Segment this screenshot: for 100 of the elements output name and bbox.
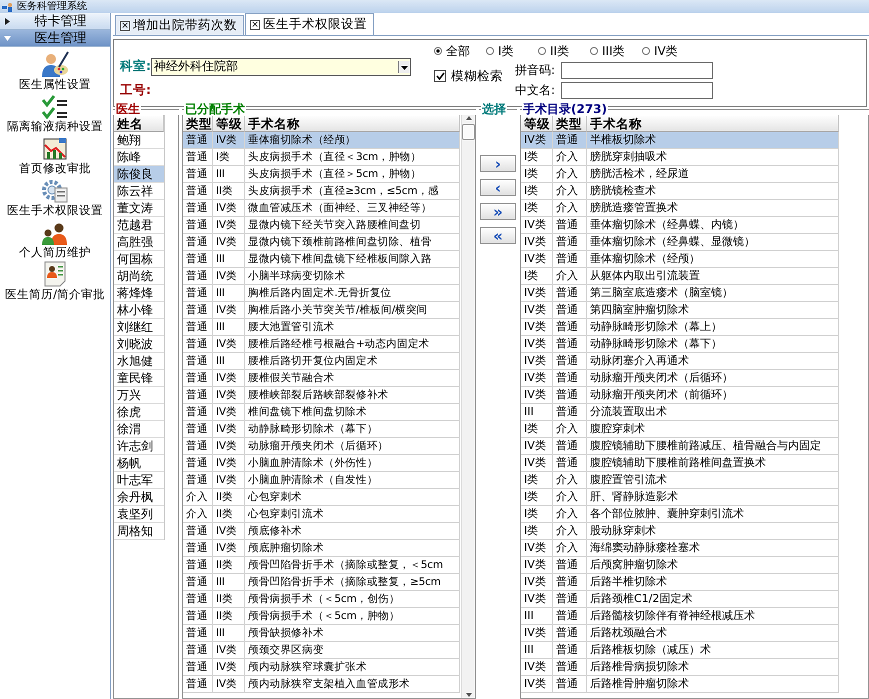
chart-icon[interactable] <box>42 137 68 161</box>
table-row[interactable]: 普通 IV类 椎间盘镜下椎间盘切除术 <box>183 404 460 421</box>
scroll-down-icon[interactable] <box>464 692 472 698</box>
doctor-list-item[interactable]: 何国栋 <box>114 251 164 268</box>
grade-radio[interactable]: II类 <box>538 42 578 60</box>
tab[interactable]: × 医生手术权限设置 <box>245 13 374 35</box>
doctor-list-item[interactable]: 陈俊良 <box>114 166 164 183</box>
table-row[interactable]: IV类 普通 半椎板切除术 <box>521 132 839 149</box>
table-row[interactable]: IV类 普通 腹腔镜辅助下腰椎前路椎间盘置换术 <box>521 455 839 472</box>
doctor-list-item[interactable]: 周格知 <box>114 523 164 540</box>
table-row[interactable]: I类 介入 肝、肾静脉造影术 <box>521 489 839 506</box>
nav-item-label[interactable]: 医生属性设置 <box>19 77 91 92</box>
table-row[interactable]: III 普通 后路髓核切除伴有脊神经根减压术 <box>521 608 839 625</box>
pinyin-input[interactable] <box>561 62 713 79</box>
grade-radio[interactable]: 全部 <box>434 42 474 60</box>
department-dropdown[interactable]: 神经外科住院部 <box>151 58 411 76</box>
table-row[interactable]: 普通 IV类 腰椎后路经椎弓根融合+动态内固定术 <box>183 336 460 353</box>
doctor-list-item[interactable]: 杨帆 <box>114 455 164 472</box>
doctor-list-item[interactable]: 叶志军 <box>114 472 164 489</box>
table-row[interactable]: 普通 IV类 小脑血肿清除术（自发性） <box>183 472 460 489</box>
table-row[interactable]: 普通 IV类 小脑半球病变切除术 <box>183 268 460 285</box>
nav-item-label[interactable]: 医生手术权限设置 <box>7 203 103 218</box>
doctor-list-item[interactable]: 刘继红 <box>114 319 164 336</box>
table-row[interactable]: 普通 II类 颅骨病损手术（＜5cm，肿物） <box>183 608 460 625</box>
scroll-up-icon[interactable] <box>464 115 472 121</box>
nav-item-label[interactable]: 医生简历/简介审批 <box>5 287 105 302</box>
table-row[interactable]: 普通 II类 颅骨凹陷骨折手术（摘除或整复，＜5cm <box>183 557 460 574</box>
table-row[interactable]: 普通 IV类 显微内镜下经关节突入路腰椎间盘切 <box>183 217 460 234</box>
table-row[interactable]: 普通 III 颅骨凹陷骨折手术（摘除或整复，≥5cm <box>183 574 460 591</box>
table-row[interactable]: I类 介入 膀胱活检术，经尿道 <box>521 166 839 183</box>
doctor-list-item[interactable]: 徐渭 <box>114 421 164 438</box>
table-row[interactable]: 普通 IV类 颅底修补术 <box>183 523 460 540</box>
table-row[interactable]: IV类 普通 动脉瘤开颅夹闭术（后循环） <box>521 370 839 387</box>
doctor-palette-icon[interactable] <box>41 51 69 77</box>
table-row[interactable]: 普通 IV类 腰椎峡部裂后路峡部裂修补术 <box>183 387 460 404</box>
table-row[interactable]: III 普通 后路椎板切除（减压）术 <box>521 642 839 659</box>
move-button[interactable]: » <box>480 203 516 220</box>
table-row[interactable]: I类 介入 腹腔置管引流术 <box>521 472 839 489</box>
table-row[interactable]: 普通 IV类 小脑血肿清除术（外伤性） <box>183 455 460 472</box>
doctor-list-item[interactable]: 高胜强 <box>114 234 164 251</box>
doctor-list-item[interactable]: 刘晓波 <box>114 336 164 353</box>
grade-radio[interactable]: IV类 <box>642 42 682 60</box>
table-row[interactable]: I类 介入 腹腔穿刺术 <box>521 421 839 438</box>
table-row[interactable]: 普通 III 颅骨缺损修补术 <box>183 625 460 642</box>
checklist-icon[interactable] <box>42 95 68 119</box>
table-row[interactable]: 普通 IV类 微血管减压术（面神经、三叉神经等） <box>183 200 460 217</box>
doctor-list-item[interactable]: 许志剑 <box>114 438 164 455</box>
table-row[interactable]: I类 介入 从躯体内取出引流装置 <box>521 268 839 285</box>
table-row[interactable]: IV类 普通 垂体瘤切除术（经鼻蝶、显微镜） <box>521 234 839 251</box>
table-row[interactable]: IV类 普通 后路颈椎C1/2固定术 <box>521 591 839 608</box>
table-row[interactable]: 普通 IV类 腰椎假关节融合术 <box>183 370 460 387</box>
table-row[interactable]: 普通 II类 头皮病损手术（直径≥3cm，≤5cm，感 <box>183 183 460 200</box>
scroll-thumb[interactable] <box>462 124 475 140</box>
table-row[interactable]: 普通 IV类 动静脉畸形切除术（幕下） <box>183 421 460 438</box>
table-row[interactable]: 普通 III 显微内镜下椎间盘镜下经椎板间隙入路 <box>183 251 460 268</box>
table-row[interactable]: IV类 普通 后路枕颈融合术 <box>521 625 839 642</box>
table-row[interactable]: 普通 IV类 垂体瘤切除术（经颅） <box>183 132 460 149</box>
table-row[interactable]: 普通 IV类 颅底肿瘤切除术 <box>183 540 460 557</box>
doctor-list-item[interactable]: 余丹枫 <box>114 489 164 506</box>
table-row[interactable]: IV类 普通 动脉瘤开颅夹闭术（前循环） <box>521 387 839 404</box>
doctor-list-item[interactable]: 童民锋 <box>114 370 164 387</box>
gear-icon[interactable] <box>42 179 68 203</box>
table-row[interactable]: 普通 I类 头皮病损手术（直径＜3cm，肿物） <box>183 149 460 166</box>
accordion-header[interactable]: 特卡管理 <box>0 13 110 30</box>
move-button[interactable]: ‹ <box>480 179 516 196</box>
chinese-name-input[interactable] <box>561 82 713 99</box>
table-row[interactable]: 普通 II类 颅骨病损手术（＜5cm，创伤） <box>183 591 460 608</box>
table-row[interactable]: 介入 II类 心包穿刺术 <box>183 489 460 506</box>
table-row[interactable]: IV类 普通 垂体瘤切除术（经鼻蝶、内镜） <box>521 217 839 234</box>
doctor-list-item[interactable]: 水旭健 <box>114 353 164 370</box>
table-row[interactable]: IV类 介入 海绵窦动静脉瘘栓塞术 <box>521 540 839 557</box>
table-row[interactable]: IV类 普通 动静脉畸形切除术（幕上） <box>521 319 839 336</box>
table-row[interactable]: III 普通 分流装置取出术 <box>521 404 839 421</box>
table-row[interactable]: 普通 III 腰椎后路切开复位内固定术 <box>183 353 460 370</box>
fuzzy-search-checkbox[interactable]: 模糊检索 <box>434 66 503 86</box>
tab[interactable]: × 增加出院带药次数 <box>115 15 244 35</box>
move-button[interactable]: › <box>480 155 516 172</box>
doctor-list-item[interactable]: 范越君 <box>114 217 164 234</box>
close-icon[interactable]: × <box>120 20 130 30</box>
grade-radio[interactable]: III类 <box>590 42 630 60</box>
table-row[interactable]: 普通 IV类 显微内镜下颈椎前路椎间盘切除、植骨 <box>183 234 460 251</box>
move-button[interactable]: « <box>480 227 516 244</box>
table-row[interactable]: 普通 III 腰大池置管引流术 <box>183 319 460 336</box>
close-icon[interactable]: × <box>250 20 260 30</box>
table-row[interactable]: IV类 普通 第三脑室底造瘘术（脑室镜） <box>521 285 839 302</box>
doctor-list-item[interactable]: 袁坚列 <box>114 506 164 523</box>
table-row[interactable]: IV类 普通 后路椎骨肿瘤切除术 <box>521 676 839 693</box>
grade-radio[interactable]: I类 <box>486 42 526 60</box>
table-row[interactable]: I类 介入 膀胱穿刺抽吸术 <box>521 149 839 166</box>
table-row[interactable]: IV类 普通 垂体瘤切除术（经颅） <box>521 251 839 268</box>
table-row[interactable]: 普通 IV类 动脉瘤开颅夹闭术（后循环） <box>183 438 460 455</box>
table-row[interactable]: 普通 III 头皮病损手术（直径＞5cm，肿物） <box>183 166 460 183</box>
table-row[interactable]: 普通 III 胸椎后路内固定术.无骨折复位 <box>183 285 460 302</box>
table-row[interactable]: I类 介入 膀胱造瘘管置换术 <box>521 200 839 217</box>
doctor-list-item[interactable]: 陈云祥 <box>114 183 164 200</box>
table-row[interactable]: I类 介入 膀胱镜检查术 <box>521 183 839 200</box>
table-row[interactable]: 普通 IV类 胸椎后路小关节突关节/椎板间/横突间 <box>183 302 460 319</box>
doctor-list-item[interactable]: 胡尚统 <box>114 268 164 285</box>
doctor-list-item[interactable]: 蒋烽烽 <box>114 285 164 302</box>
table-row[interactable]: 介入 II类 心包穿刺引流术 <box>183 506 460 523</box>
